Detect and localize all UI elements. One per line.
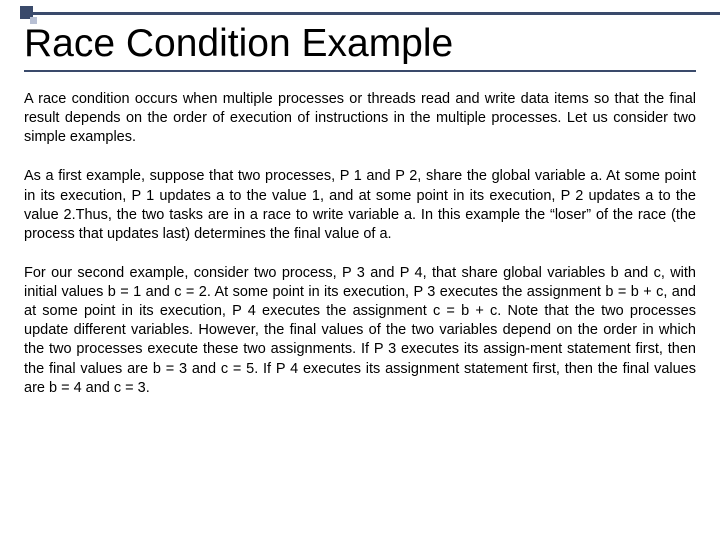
paragraph-example1: As a first example, suppose that two pro… [24, 167, 696, 244]
slide-title: Race Condition Example [24, 22, 696, 66]
header-bar [32, 12, 720, 15]
slide-header-decoration [0, 0, 720, 24]
header-square-small [30, 17, 37, 24]
title-underline [24, 70, 696, 72]
paragraph-example2: For our second example, consider two pro… [24, 264, 696, 398]
slide-content: Race Condition Example A race condition … [0, 0, 720, 418]
paragraph-intro: A race condition occurs when multiple pr… [24, 90, 696, 147]
